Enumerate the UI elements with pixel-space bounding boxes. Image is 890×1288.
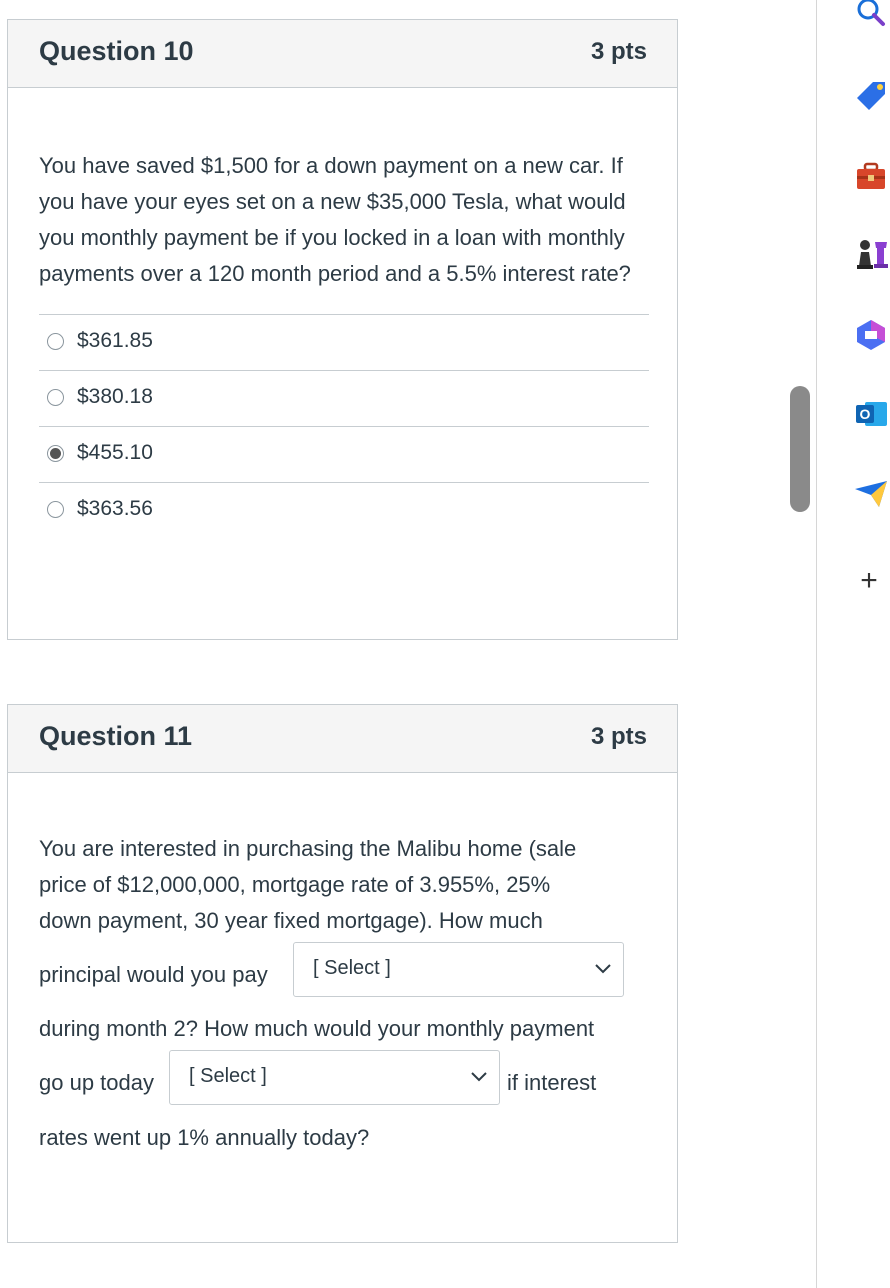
dropdown-value: [ Select ] [313, 957, 391, 979]
answer-label: $380.18 [77, 385, 153, 408]
question-text-line: during month 2? How much would your mont… [39, 1016, 595, 1041]
question-text-line: if interest [507, 1070, 597, 1095]
add-icon[interactable]: + [851, 563, 887, 599]
answer-option[interactable]: $363.56 [39, 482, 649, 538]
radio-button[interactable] [47, 389, 64, 406]
question-text-line: down payment, 30 year fixed mortgage). H… [39, 908, 543, 933]
answer-dropdown-1[interactable]: [ Select ] [293, 942, 624, 997]
radio-button[interactable] [47, 501, 64, 518]
copilot-icon[interactable] [853, 317, 889, 353]
chess-icon[interactable] [853, 236, 889, 272]
answer-option[interactable]: $361.85 [39, 314, 649, 370]
radio-button[interactable] [47, 333, 64, 350]
answer-dropdown-2[interactable]: [ Select ] [169, 1050, 500, 1105]
question-text-line: go up today [39, 1070, 154, 1095]
chevron-down-icon [471, 1072, 487, 1082]
question-title: Question 11 [39, 721, 193, 751]
quiz-content: Question 10 3 pts You have saved $1,500 … [0, 0, 816, 1288]
question-text-line: You are interested in purchasing the Mal… [39, 836, 577, 861]
question-text-line: rates went up 1% annually today? [39, 1125, 370, 1150]
answer-option[interactable]: $380.18 [39, 370, 649, 426]
question-text-line: principal would you pay [39, 962, 268, 987]
question-title: Question 10 [39, 36, 194, 66]
question-points: 3 pts [590, 723, 647, 750]
scrollbar-thumb[interactable] [790, 386, 810, 512]
answer-label: $455.10 [77, 441, 153, 464]
question-11: Question 11 3 pts You are interested in … [7, 704, 678, 1243]
toolbox-icon[interactable] [853, 158, 889, 194]
chevron-down-icon [595, 964, 611, 974]
send-icon[interactable] [853, 475, 889, 511]
outlook-icon[interactable]: O [853, 396, 889, 432]
question-10: Question 10 3 pts You have saved $1,500 … [7, 19, 678, 640]
tag-icon[interactable] [853, 78, 889, 114]
question-header: Question 11 3 pts [8, 705, 677, 773]
answer-option-selected[interactable]: $455.10 [39, 426, 649, 482]
browser-sidebar: O + [816, 0, 890, 1288]
answer-list: $361.85 $380.18 $455.10 $363.56 [39, 314, 649, 538]
answer-label: $361.85 [77, 329, 153, 352]
answer-label: $363.56 [77, 497, 153, 520]
radio-button-checked[interactable] [47, 445, 64, 462]
dropdown-value: [ Select ] [189, 1065, 267, 1087]
svg-text:O: O [860, 406, 871, 422]
question-text: You have saved $1,500 for a down payment… [39, 153, 631, 286]
question-header: Question 10 3 pts [8, 20, 677, 88]
question-text-line: price of $12,000,000, mortgage rate of 3… [39, 872, 551, 897]
question-points: 3 pts [590, 38, 647, 65]
search-icon[interactable] [853, 0, 889, 30]
